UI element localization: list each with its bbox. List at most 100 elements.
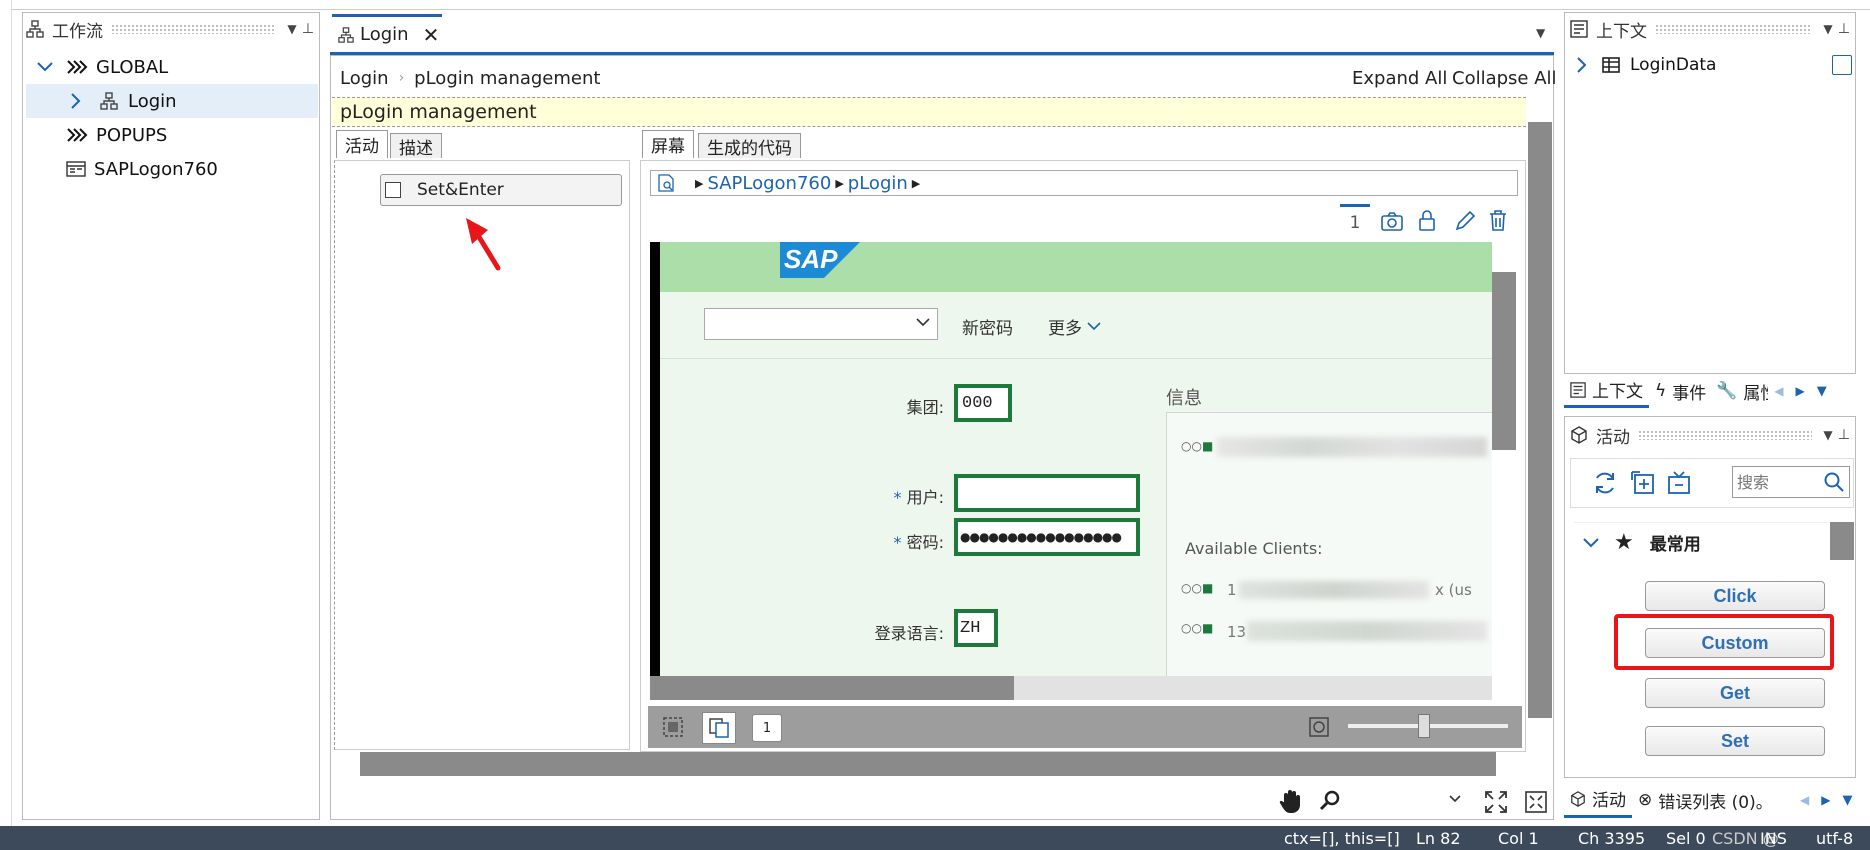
hand-icon[interactable] — [1278, 788, 1304, 814]
expand-all-link[interactable]: Expand All — [1352, 64, 1447, 92]
section-title: pLogin management — [340, 101, 537, 123]
tree-item-login[interactable]: Login — [26, 84, 318, 118]
tab-description[interactable]: 描述 — [390, 133, 442, 159]
collapse-icon[interactable] — [1666, 470, 1692, 496]
click-button[interactable]: Click — [1645, 581, 1825, 611]
status-icon: ○○■ — [1181, 439, 1214, 453]
fit-screen-icon[interactable] — [1484, 790, 1508, 814]
highlight-box — [1614, 614, 1834, 670]
checkbox[interactable] — [385, 182, 401, 198]
set-button[interactable]: Set — [1645, 726, 1825, 756]
chevron-down-icon[interactable] — [36, 61, 58, 73]
chevron-right-icon: › — [398, 70, 405, 86]
user-field[interactable] — [954, 474, 1140, 512]
client-label: 集团: — [906, 398, 944, 417]
panel-menu-icon[interactable]: ▼ — [284, 22, 300, 36]
chevron-right-icon[interactable] — [70, 92, 92, 110]
sap-vertical-scrollbar[interactable] — [1492, 272, 1516, 450]
activity-item-set-enter[interactable]: Set&Enter — [380, 174, 622, 206]
activity-panel-title: 活动 — [1596, 427, 1630, 448]
breadcrumb-item[interactable]: Login — [340, 68, 389, 89]
fullscreen-icon[interactable] — [1524, 790, 1548, 814]
client-row-2: 13 — [1227, 623, 1247, 641]
editor-menu-icon[interactable]: ▼ — [1536, 26, 1545, 40]
sap-logo: SAP — [780, 242, 860, 278]
pencil-icon[interactable] — [1454, 210, 1476, 232]
capture-screen-icon[interactable] — [1380, 210, 1404, 232]
pin-icon[interactable]: ⊥ — [300, 21, 316, 37]
arrow-right-icon[interactable]: ▶ — [1795, 384, 1804, 398]
editor-tab[interactable]: Login ✕ — [332, 14, 442, 52]
chevron-right-icon[interactable] — [1576, 56, 1598, 74]
zoom-slider-thumb[interactable] — [1418, 714, 1430, 738]
arrow-right-icon[interactable]: ▶ — [1821, 793, 1830, 807]
new-password-link[interactable]: 新密码 — [962, 314, 1013, 339]
sap-system-dropdown[interactable] — [704, 308, 938, 340]
add-activity-icon[interactable] — [1630, 470, 1656, 496]
tab-properties[interactable]: 🔧 属性 — [1712, 379, 1768, 404]
overflow-icon[interactable]: ▼ — [1842, 793, 1852, 808]
triangle-right-icon: ▶ — [911, 176, 921, 190]
lock-icon[interactable] — [1418, 209, 1436, 231]
client-row-1: 1 — [1227, 581, 1237, 599]
password-field[interactable]: ●●●●●●●●●●●●●●●●● — [954, 518, 1140, 556]
client-field[interactable]: 000 — [954, 384, 1012, 422]
status-icon: ○○■ — [1181, 581, 1214, 595]
activity-group-most-used[interactable]: ★ 最常用 — [1574, 522, 1828, 562]
panel-menu-icon[interactable]: ▼ — [1820, 22, 1836, 36]
tab-activity[interactable]: 活动 — [336, 130, 388, 158]
tab-screen[interactable]: 屏幕 — [642, 130, 694, 158]
editor-horizontal-scrollbar[interactable] — [360, 752, 1496, 776]
close-icon[interactable]: ✕ — [423, 23, 440, 47]
refresh-icon[interactable] — [1592, 470, 1618, 496]
activity-search-input[interactable] — [1732, 466, 1850, 498]
select-area-icon[interactable] — [662, 716, 684, 738]
client-row-1-suffix: x (us — [1435, 581, 1472, 599]
screen-path-link[interactable]: SAPLogon760 — [707, 173, 831, 194]
overflow-icon[interactable]: ▼ — [1817, 384, 1827, 399]
zoom-fit-icon[interactable] — [1308, 716, 1330, 738]
tree-item-global[interactable]: GLOBAL — [36, 50, 316, 84]
tree-item-popups[interactable]: POPUPS — [66, 118, 316, 152]
context-panel-header: 上下文 ▼ ⊥ — [1570, 10, 1852, 48]
tree-item-saplogon[interactable]: SAPLogon760 — [66, 152, 316, 186]
screen-count[interactable]: 1 — [1340, 204, 1370, 233]
error-icon: ⊗ — [1638, 790, 1653, 810]
trash-icon[interactable] — [1488, 209, 1508, 231]
tab-error-list[interactable]: ⊗ 错误列表 (0)。 — [1632, 788, 1794, 813]
tab-activity-bottom[interactable]: 活动 — [1564, 782, 1632, 818]
tab-events[interactable]: ϟ 事件 — [1649, 379, 1712, 404]
tab-generated-code[interactable]: 生成的代码 — [698, 133, 801, 159]
language-field[interactable]: ZH — [954, 609, 998, 647]
arrow-left-icon[interactable]: ◀ — [1800, 793, 1809, 807]
info-title: 信息 — [1166, 388, 1202, 409]
editor-vertical-scrollbar[interactable] — [1528, 122, 1552, 718]
chevron-down-icon[interactable] — [1448, 794, 1462, 804]
zoom-icon[interactable] — [1318, 788, 1342, 812]
password-label: * 密码: — [893, 533, 945, 552]
zoom-slider[interactable] — [1348, 714, 1508, 738]
context-icon — [1570, 20, 1588, 38]
pin-icon[interactable]: ⊥ — [1836, 427, 1852, 443]
data-table-icon — [1602, 57, 1620, 73]
page-number[interactable]: 1 — [752, 714, 782, 742]
activity-search-field[interactable] — [1737, 472, 1817, 492]
breadcrumb-item[interactable]: pLogin management — [414, 68, 600, 89]
copy-icon[interactable] — [702, 712, 736, 744]
section-title-bar: pLogin management — [332, 97, 1526, 127]
checkbox[interactable] — [1832, 55, 1852, 75]
get-button[interactable]: Get — [1645, 678, 1825, 708]
search-icon[interactable] — [1823, 471, 1845, 493]
context-item-logindata[interactable]: LoginData — [1576, 48, 1852, 82]
tab-context[interactable]: 上下文 — [1564, 374, 1649, 408]
workflow-icon — [338, 26, 354, 43]
collapse-all-link[interactable]: Collapse All — [1452, 64, 1557, 92]
activity-panel-scrollbar[interactable] — [1830, 522, 1854, 560]
pin-icon[interactable]: ⊥ — [1836, 21, 1852, 37]
screen-path-link[interactable]: pLogin — [848, 173, 908, 194]
sap-horizontal-scrollbar[interactable] — [650, 676, 1014, 700]
chevron-down-icon[interactable] — [1582, 537, 1600, 549]
arrow-left-icon[interactable]: ◀ — [1774, 384, 1783, 398]
panel-menu-icon[interactable]: ▼ — [1820, 428, 1836, 442]
more-menu[interactable]: 更多 — [1048, 314, 1102, 339]
